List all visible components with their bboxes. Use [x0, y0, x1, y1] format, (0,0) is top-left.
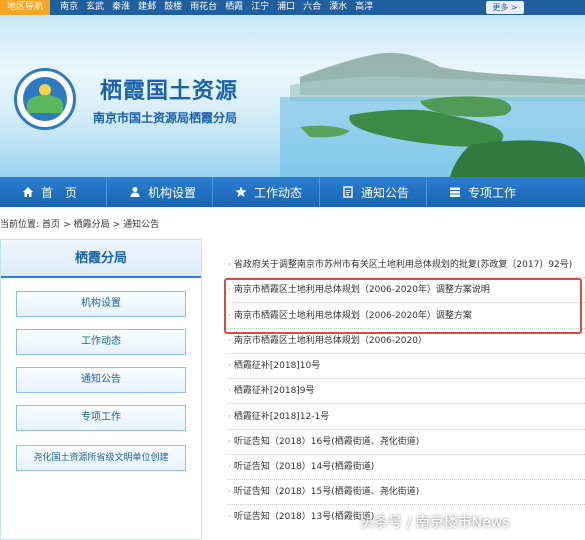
bullet-icon: · — [228, 462, 231, 472]
list-item-title: 南京市栖霞区土地利用总体规划（2006-2020） — [233, 336, 427, 346]
nav-special-work[interactable]: 专项工作 — [427, 177, 585, 207]
list-item-title: 栖霞征补[2018]9号 — [233, 386, 315, 396]
nav-label: 机构设置 — [148, 185, 197, 200]
site-banner: 栖霞国土资源 南京市国土资源局栖霞分局 — [0, 15, 585, 177]
list-item[interactable]: · 听证告知（2018）14号(栖霞街道) — [228, 456, 585, 480]
list-item[interactable]: · 省政府关于调整南京市苏州市有关区土地利用总体规划的批复(苏政复〔2017〕92… — [228, 254, 585, 278]
sidebar-item-organization[interactable]: 机构设置 — [16, 291, 186, 317]
district-nav-label: 地区导航 — [0, 0, 50, 15]
breadcrumb-current[interactable]: 通知公告 — [123, 220, 159, 230]
district-link[interactable]: 溧水 — [329, 0, 347, 15]
sidebar-title: 栖霞分局 — [1, 240, 201, 278]
district-link[interactable]: 高淳 — [355, 0, 373, 15]
nav-label: 专项工作 — [468, 185, 517, 200]
nav-notices[interactable]: 通知公告 — [320, 177, 427, 207]
lake-scenery-image — [280, 52, 585, 177]
sidebar-item-special-work[interactable]: 专项工作 — [16, 405, 186, 431]
district-link[interactable]: 雨花台 — [190, 0, 217, 15]
list-item-title: 听证告知（2018）13号(栖霞街道) — [233, 512, 375, 522]
bureau-logo — [14, 68, 76, 130]
star-icon — [235, 186, 247, 197]
document-icon — [343, 186, 353, 198]
bullet-icon: · — [228, 487, 231, 497]
list-icon — [450, 187, 460, 197]
list-item[interactable]: · 栖霞征补[2018]10号 — [228, 355, 585, 379]
district-link[interactable]: 玄武 — [86, 0, 104, 15]
district-link[interactable]: 秦淮 — [112, 0, 130, 15]
bullet-icon: · — [228, 412, 231, 422]
list-item[interactable]: · 听证告知（2018）15号(栖霞街道、尧化街道) — [228, 481, 585, 505]
list-item-title: 听证告知（2018）16号(栖霞街道、尧化街道) — [233, 437, 420, 447]
list-item[interactable]: · 栖霞征补[2018]12-1号 — [228, 406, 585, 430]
list-item-title: 听证告知（2018）14号(栖霞街道) — [233, 462, 375, 472]
list-item-title: 栖霞征补[2018]12-1号 — [233, 412, 330, 422]
site-title: 栖霞国土资源 — [100, 78, 239, 104]
bullet-icon: · — [228, 260, 231, 270]
list-item-title: 听证告知（2018）15号(栖霞街道、尧化街道) — [233, 487, 420, 497]
district-nav-bar: 地区导航 南京 玄武 秦淮 建邺 鼓楼 雨花台 栖霞 江宁 浦口 六合 溧水 高… — [0, 0, 585, 15]
sidebar-item-work-news[interactable]: 工作动态 — [16, 329, 186, 355]
nav-work-news[interactable]: 工作动态 — [213, 177, 320, 207]
district-link[interactable]: 浦口 — [277, 0, 295, 15]
watermark-text: 头条号 / 南京楼市News — [360, 515, 510, 531]
sidebar: 栖霞分局 机构设置 工作动态 通知公告 专项工作 尧化国土资源所省级文明单位创建 — [0, 239, 202, 540]
district-link[interactable]: 南京 — [60, 0, 78, 15]
district-links: 南京 玄武 秦淮 建邺 鼓楼 雨花台 栖霞 江宁 浦口 六合 溧水 高淳 — [60, 0, 381, 15]
main-nav: 首 页 机构设置 工作动态 通知公告 专项工作 — [0, 177, 585, 207]
list-item-title: 省政府关于调整南京市苏州市有关区土地利用总体规划的批复(苏政复〔2017〕92号… — [233, 260, 573, 270]
more-districts-button[interactable]: 更多 > — [486, 1, 524, 14]
bullet-icon: · — [228, 512, 231, 522]
nav-organization[interactable]: 机构设置 — [107, 177, 213, 207]
district-link[interactable]: 建邺 — [138, 0, 156, 15]
list-item[interactable]: · 听证告知（2018）16号(栖霞街道、尧化街道) — [228, 431, 585, 455]
bullet-icon: · — [228, 361, 231, 371]
list-item-title: 栖霞征补[2018]10号 — [233, 361, 321, 371]
bullet-icon: · — [228, 386, 231, 396]
site-subtitle: 南京市国土资源局栖霞分局 — [93, 111, 238, 125]
breadcrumb-prefix: 当前位置: — [0, 220, 40, 230]
nav-home[interactable]: 首 页 — [0, 177, 107, 207]
breadcrumb: 当前位置: 首页 > 栖霞分局 > 通知公告 — [0, 217, 162, 230]
sidebar-item-notices[interactable]: 通知公告 — [16, 367, 186, 393]
breadcrumb-branch[interactable]: 栖霞分局 — [74, 220, 110, 230]
district-link[interactable]: 六合 — [303, 0, 321, 15]
breadcrumb-separator: > — [112, 220, 121, 230]
nav-label: 工作动态 — [254, 185, 303, 200]
district-link[interactable]: 栖霞 — [225, 0, 243, 15]
district-link[interactable]: 江宁 — [251, 0, 269, 15]
nav-label: 首 页 — [41, 185, 78, 200]
sidebar-item-civilized-unit[interactable]: 尧化国土资源所省级文明单位创建 — [16, 445, 186, 471]
user-icon — [130, 187, 140, 197]
breadcrumb-separator: > — [63, 220, 71, 230]
list-item[interactable]: · 栖霞征补[2018]9号 — [228, 380, 585, 404]
home-icon — [23, 187, 33, 197]
bullet-icon: · — [228, 437, 231, 447]
nav-label: 通知公告 — [361, 185, 410, 200]
breadcrumb-home[interactable]: 首页 — [42, 220, 60, 230]
district-link[interactable]: 鼓楼 — [164, 0, 182, 15]
highlight-box — [224, 278, 582, 334]
